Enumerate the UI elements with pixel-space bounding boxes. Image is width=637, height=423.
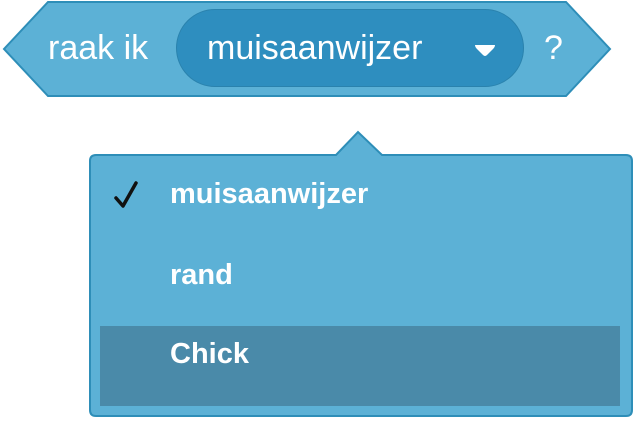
dropdown-selected-value: muisaanwijzer	[207, 29, 423, 67]
block-prefix-label: raak ik	[48, 29, 149, 67]
menu-item-muisaanwijzer[interactable]: muisaanwijzer	[100, 156, 620, 236]
menu-item-rand[interactable]: rand	[100, 236, 620, 316]
stage: raak ik muisaanwijzer ? muisaanwijzer ra…	[0, 0, 637, 423]
dropdown-menu: muisaanwijzer rand Chick	[88, 128, 634, 420]
caret-down-icon	[475, 45, 495, 56]
object-dropdown[interactable]: muisaanwijzer	[176, 9, 524, 87]
block-suffix-label: ?	[544, 29, 563, 67]
touching-block[interactable]: raak ik muisaanwijzer ?	[2, 1, 612, 97]
menu-item-label: muisaanwijzer	[170, 178, 369, 210]
menu-item-label: rand	[170, 259, 233, 291]
menu-item-label: Chick	[170, 338, 249, 370]
checkmark-icon	[114, 181, 138, 208]
menu-item-chick[interactable]: Chick	[100, 326, 620, 406]
